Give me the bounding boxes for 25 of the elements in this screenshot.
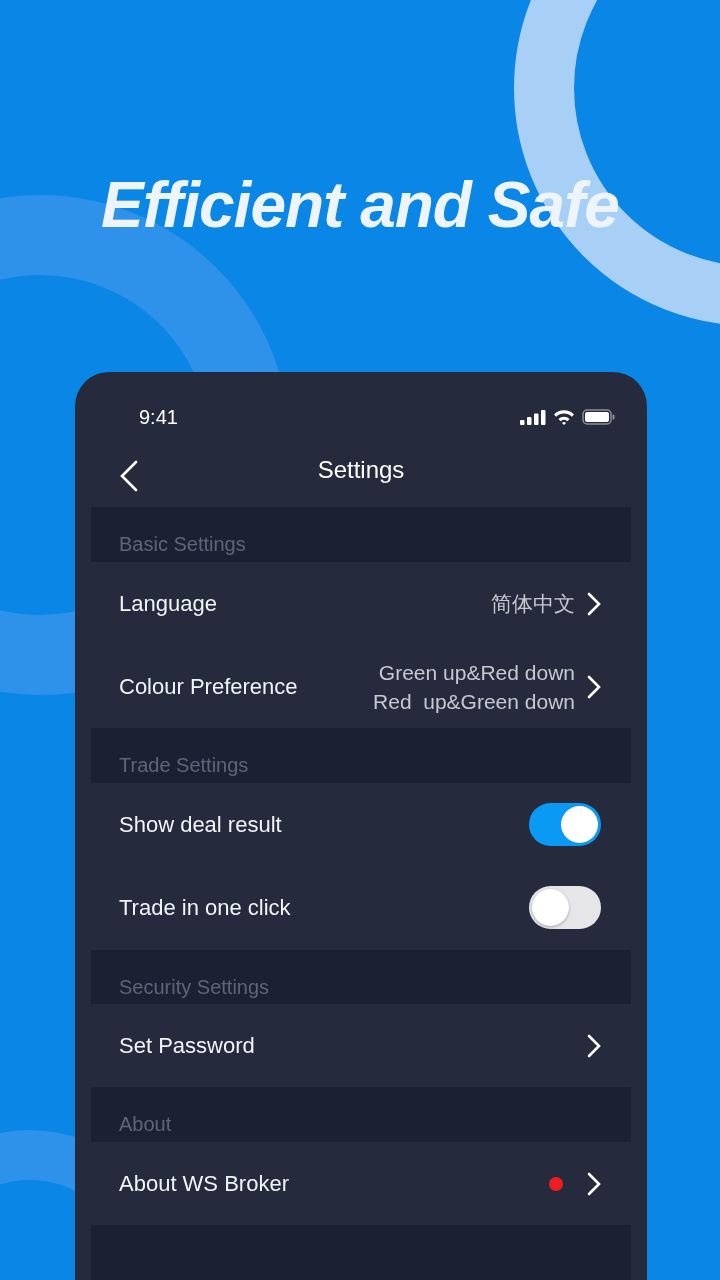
setting-value: Red up&Green down — [373, 688, 575, 715]
setting-value: Green up&Red down — [378, 659, 575, 686]
setting-label: Set Password — [119, 1032, 256, 1059]
section-title: Basic Settings — [119, 533, 246, 556]
status-time: 9:41 — [139, 405, 178, 429]
signal-icon — [520, 409, 546, 425]
back-icon[interactable] — [119, 459, 139, 492]
chevron-icon — [587, 1171, 601, 1196]
toggle-switch[interactable] — [529, 803, 601, 847]
wifi-icon — [553, 409, 575, 426]
chevron-icon — [587, 674, 601, 699]
chevron-icon — [587, 1033, 601, 1058]
setting-value: 简体中文 — [491, 591, 575, 618]
setting-label: Trade in one click — [119, 894, 292, 921]
screen-title: Settings — [317, 455, 405, 484]
setting-label: Language — [119, 590, 218, 617]
toggle-switch[interactable] — [529, 886, 601, 930]
section-title: Security Settings — [119, 975, 270, 998]
setting-label: Colour Preference — [119, 673, 299, 700]
battery-icon — [582, 409, 615, 426]
chevron-icon — [587, 591, 601, 616]
section-title: About — [119, 1113, 172, 1136]
setting-label: Show deal result — [119, 811, 283, 838]
section-title: Trade Settings — [119, 754, 249, 777]
setting-label: About WS Broker — [119, 1170, 290, 1197]
